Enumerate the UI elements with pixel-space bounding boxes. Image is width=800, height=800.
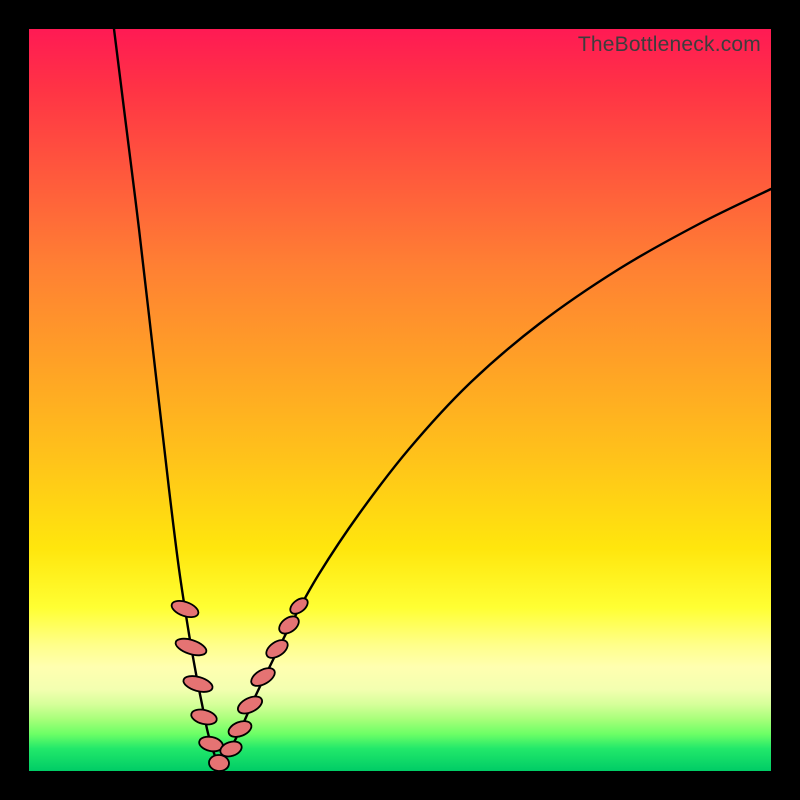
- data-bead: [287, 595, 310, 617]
- beads-right-group: [218, 595, 310, 759]
- bottleneck-curve-chart: [29, 29, 771, 771]
- data-bead: [276, 613, 302, 637]
- data-bead: [235, 693, 265, 717]
- gradient-plot-area: TheBottleneck.com: [29, 29, 771, 771]
- curve-right-branch: [219, 189, 771, 765]
- beads-left-group: [169, 598, 229, 772]
- data-bead: [248, 664, 278, 689]
- data-bead: [190, 707, 219, 727]
- data-bead: [226, 718, 253, 740]
- data-bead: [174, 635, 209, 658]
- data-bead: [263, 636, 291, 661]
- data-bead: [169, 598, 200, 621]
- data-bead: [182, 673, 215, 695]
